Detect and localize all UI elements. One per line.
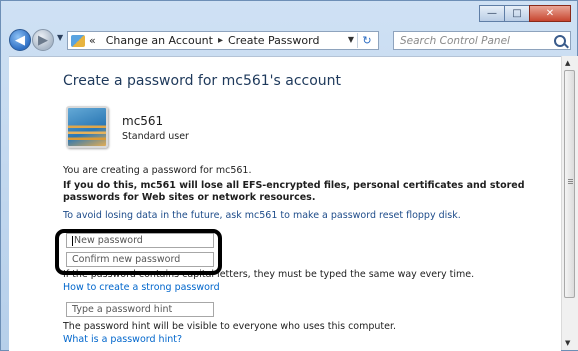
user-account-type: Standard user [122, 131, 189, 142]
grip-icon [568, 179, 573, 180]
strong-password-link[interactable]: How to create a strong password [63, 282, 220, 294]
scroll-down-icon[interactable]: ▼ [565, 339, 570, 347]
minimize-button[interactable]: — [479, 5, 505, 22]
warning-text: If you do this, mc561 will lose all EFS-… [63, 180, 525, 203]
search-input[interactable]: Search Control Panel [393, 31, 571, 50]
password-hint-placeholder: Type a password hint [72, 304, 173, 315]
scroll-thumb[interactable] [564, 70, 575, 298]
refresh-icon: ↻ [362, 34, 372, 47]
intro-text: You are creating a password for mc561. [63, 165, 252, 176]
arrow-left-icon: ◀ [15, 32, 25, 48]
password-hint-help-link[interactable]: What is a password hint? [63, 334, 182, 346]
confirm-password-field[interactable]: Confirm new password [66, 252, 214, 267]
close-button[interactable]: ✕ [529, 5, 571, 22]
new-password-field[interactable]: New password [66, 233, 214, 248]
page-title: Create a password for mc561's account [63, 73, 342, 89]
confirm-password-placeholder: Confirm new password [72, 254, 181, 265]
recent-pages-dropdown[interactable]: ▼ [57, 33, 63, 42]
reset-disk-note: To avoid losing data in the future, ask … [63, 210, 461, 221]
arrow-right-icon: ▶ [38, 32, 48, 48]
hint-visibility-note: The password hint will be visible to eve… [63, 321, 397, 332]
content-pane: Create a password for mc561's account mc… [9, 56, 561, 351]
address-bar[interactable]: « Change an Account ▸ Create Password ▼ … [67, 31, 379, 50]
forward-button[interactable]: ▶ [32, 29, 54, 51]
breadcrumb-prefix[interactable]: « [89, 34, 96, 47]
search-placeholder: Search Control Panel [400, 34, 510, 47]
breadcrumb-separator[interactable]: ▸ [218, 35, 223, 46]
vertical-scrollbar[interactable]: ▲ ▼ [561, 56, 578, 350]
address-dropdown-icon[interactable]: ▼ [348, 35, 354, 44]
control-panel-icon [71, 34, 85, 47]
breadcrumb-create-password[interactable]: Create Password [228, 34, 319, 47]
window-caption-buttons: — □ ✕ [479, 5, 571, 22]
refresh-button[interactable]: ↻ [357, 33, 376, 48]
breadcrumb-change-account[interactable]: Change an Account [106, 34, 213, 47]
user-avatar [66, 106, 108, 148]
search-icon[interactable] [554, 35, 566, 47]
password-hint-field[interactable]: Type a password hint [66, 302, 214, 317]
capital-letters-note: If the password contains capital letters… [63, 269, 475, 280]
back-button[interactable]: ◀ [9, 29, 31, 51]
navigation-bar: ◀ ▶ ▼ « Change an Account ▸ Create Passw… [7, 27, 573, 53]
scroll-up-icon[interactable]: ▲ [565, 59, 570, 67]
control-panel-window: — □ ✕ ◀ ▶ ▼ « Change an Account ▸ Create… [0, 0, 578, 351]
user-name: mc561 [122, 114, 164, 128]
new-password-placeholder: New password [74, 235, 143, 246]
maximize-button[interactable]: □ [504, 5, 530, 22]
text-caret [72, 235, 73, 246]
